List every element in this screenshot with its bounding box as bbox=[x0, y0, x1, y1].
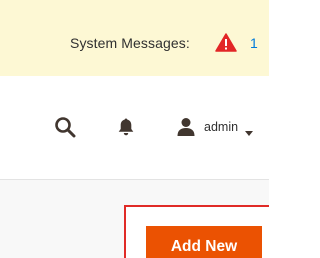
add-new-button[interactable]: Add New bbox=[146, 226, 262, 258]
system-messages-count[interactable]: 1 bbox=[250, 35, 258, 51]
user-menu[interactable]: admin bbox=[176, 114, 254, 140]
user-name: admin bbox=[204, 120, 239, 134]
system-messages-banner: System Messages: 1 bbox=[0, 0, 269, 76]
bell-icon[interactable] bbox=[117, 117, 135, 137]
system-messages-label: System Messages: bbox=[70, 35, 190, 51]
header-actions: admin bbox=[0, 76, 269, 179]
search-icon[interactable] bbox=[54, 116, 76, 138]
caret-down-icon bbox=[245, 124, 254, 136]
admin-page: System Messages: 1 admin Add New bbox=[0, 0, 269, 258]
user-icon bbox=[176, 117, 196, 137]
warning-icon[interactable] bbox=[215, 33, 237, 52]
